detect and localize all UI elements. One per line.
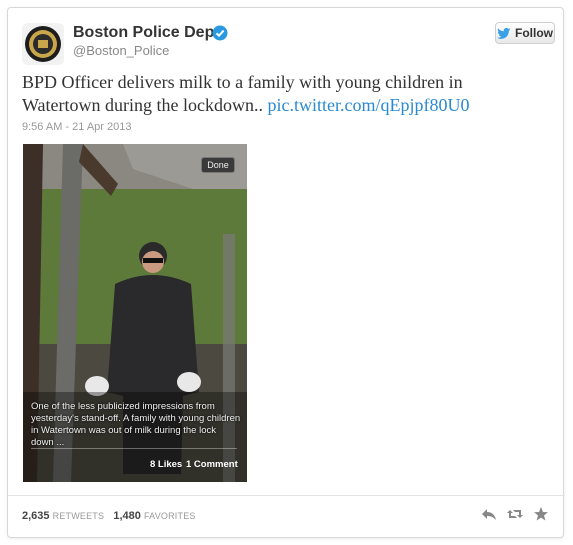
tweet-stats: 2,635 RETWEETS 1,480 FAVORITES <box>22 510 196 522</box>
follow-label: Follow <box>515 26 553 40</box>
verified-badge-icon <box>212 25 228 41</box>
favorites-label[interactable]: FAVORITES <box>144 511 196 521</box>
tweet-text: BPD Officer delivers milk to a family wi… <box>22 71 542 117</box>
photo-likes[interactable]: 8 Likes <box>150 459 182 470</box>
twitter-bird-icon <box>497 27 511 39</box>
avatar[interactable] <box>22 23 64 65</box>
follow-button[interactable]: Follow <box>495 22 555 44</box>
retweet-icon[interactable] <box>507 506 523 522</box>
account-handle[interactable]: @Boston_Police <box>73 43 169 58</box>
favorite-star-icon[interactable] <box>533 506 549 522</box>
account-name[interactable]: Boston Police Dept. <box>73 24 224 42</box>
retweets-count[interactable]: 2,635 <box>22 510 50 522</box>
tweet-actions <box>481 506 549 522</box>
photo-caption: One of the less publicized impressions f… <box>31 401 241 448</box>
retweets-label[interactable]: RETWEETS <box>53 511 105 521</box>
stats-divider <box>8 495 565 496</box>
photo-done-button[interactable]: Done <box>201 157 235 173</box>
tweet-timestamp[interactable]: 9:56 AM - 21 Apr 2013 <box>22 121 131 133</box>
tweet-photo-link[interactable]: pic.twitter.com/qEpjpf80U0 <box>268 95 470 115</box>
photo-comments[interactable]: 1 Comment <box>186 459 238 470</box>
reply-icon[interactable] <box>481 506 497 522</box>
caption-divider <box>31 448 237 449</box>
police-badge-icon <box>25 26 61 62</box>
favorites-count[interactable]: 1,480 <box>113 510 141 522</box>
